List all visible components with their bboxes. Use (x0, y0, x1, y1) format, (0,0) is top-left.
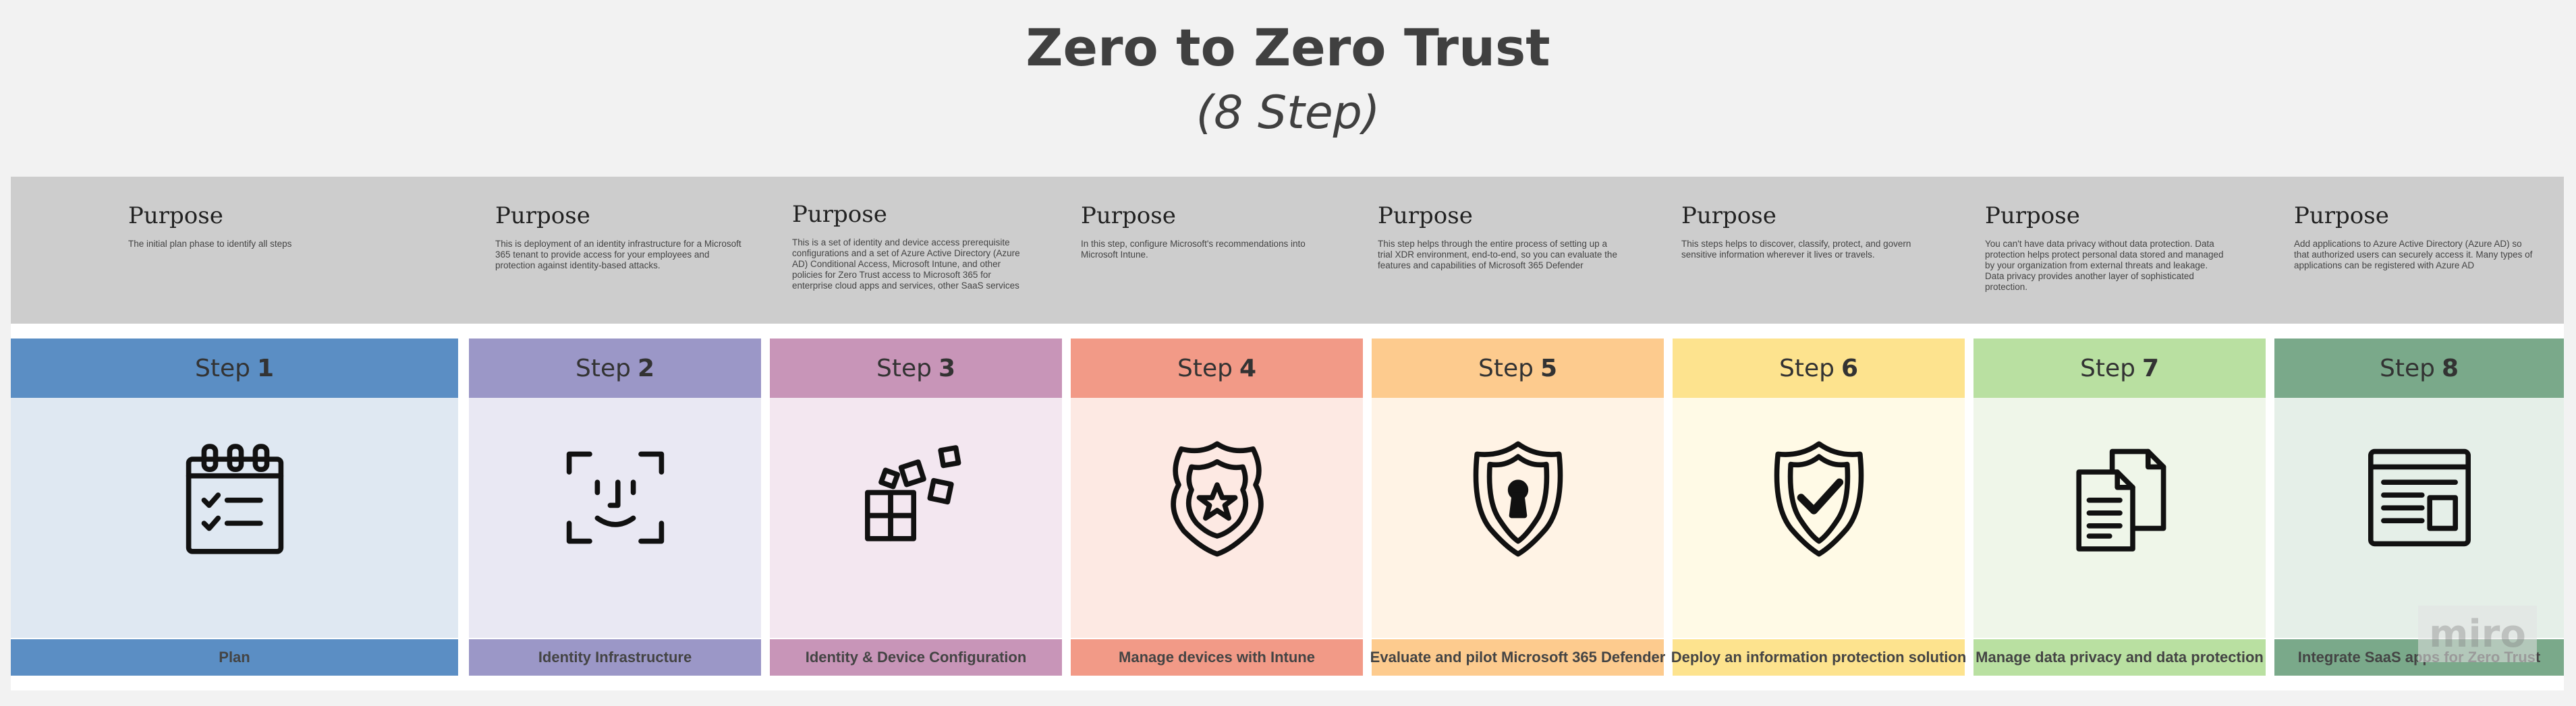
step-header: Step 5 (1372, 339, 1664, 398)
step-footer: Deploy an information protection solutio… (1671, 639, 1967, 676)
purpose-text: This is a set of identity and device acc… (792, 237, 1020, 291)
step-word: Step (1177, 354, 1233, 382)
purpose-text: Add applications to Azure Active Directo… (2294, 239, 2533, 270)
purpose-heading: Purpose (1681, 202, 1776, 229)
purpose-block-3: Purpose This is a set of identity and de… (792, 177, 1048, 324)
step-number: 7 (2141, 354, 2160, 382)
purpose-heading: Purpose (1081, 202, 1176, 229)
step-card-3: Step 3 Identity & Device Configuration (770, 339, 1062, 676)
purpose-text: In this step, configure Microsoft's reco… (1081, 239, 1306, 260)
purpose-block-5: Purpose This step helps through the enti… (1378, 177, 1634, 324)
app-window-icon (2355, 434, 2484, 562)
purpose-heading: Purpose (1378, 202, 1473, 229)
miro-watermark: miro (2418, 606, 2537, 662)
step-header: Step 3 (770, 339, 1062, 398)
purpose-heading: Purpose (495, 202, 590, 229)
step-footer: Identity & Device Configuration (770, 639, 1062, 676)
step-footer: Identity Infrastructure (469, 639, 761, 676)
step-footer: Manage data privacy and data protection (1973, 639, 2266, 676)
shield-keyhole-icon (1454, 434, 1582, 562)
step-footer: Evaluate and pilot Microsoft 365 Defende… (1370, 639, 1666, 676)
step-word: Step (194, 354, 250, 382)
step-card-4: Step 4 Manage devices with Intune (1071, 339, 1363, 676)
step-word: Step (1478, 354, 1534, 382)
step-header: Step 4 (1071, 339, 1363, 398)
config-blocks-icon (852, 434, 980, 562)
step-number: 4 (1239, 354, 1257, 382)
purpose-heading: Purpose (128, 202, 223, 229)
step-word: Step (876, 354, 932, 382)
step-label: Evaluate and pilot Microsoft 365 Defende… (1370, 649, 1666, 666)
purpose-block-7: Purpose You can't have data privacy with… (1985, 177, 2241, 324)
police-badge-icon (1153, 434, 1281, 562)
step-label: Identity Infrastructure (538, 649, 692, 666)
step-label: Identity & Device Configuration (805, 649, 1027, 666)
shield-check-icon (1755, 434, 1883, 562)
step-number: 2 (637, 354, 655, 382)
step-number: 3 (938, 354, 956, 382)
step-number: 8 (2441, 354, 2459, 382)
step-header: Step 1 (11, 339, 458, 398)
step-number: 1 (256, 354, 275, 382)
purpose-text: This step helps through the entire proce… (1378, 239, 1617, 270)
purpose-block-4: Purpose In this step, configure Microsof… (1081, 177, 1337, 324)
page-title: Zero to Zero Trust (1026, 18, 1550, 78)
step-word: Step (2079, 354, 2135, 382)
step-card-1: Step 1 Plan (11, 339, 458, 676)
purpose-text: The initial plan phase to identify all s… (128, 239, 292, 249)
documents-icon (2056, 434, 2184, 562)
step-word: Step (575, 354, 631, 382)
page-subtitle: (8 Step) (1196, 86, 1380, 140)
step-label: Manage data privacy and data protection (1976, 649, 2264, 666)
step-number: 6 (1841, 354, 1859, 382)
step-header: Step 2 (469, 339, 761, 398)
step-label: Manage devices with Intune (1119, 649, 1315, 666)
step-card-5: Step 5 Evaluate and pilot Microsoft 365 D… (1370, 339, 1666, 676)
step-header: Step 7 (1973, 339, 2266, 398)
purpose-block-2: Purpose This is deployment of an identit… (495, 177, 752, 324)
purpose-heading: Purpose (792, 201, 887, 228)
step-footer: Plan (11, 639, 458, 676)
face-id-icon (551, 434, 679, 562)
step-header: Step 8 (2274, 339, 2564, 398)
step-card-7: Step 7 Manage data privacy and data prote… (1973, 339, 2266, 676)
purpose-block-6: Purpose This steps helps to discover, cl… (1681, 177, 1938, 324)
purpose-heading: Purpose (1985, 202, 2080, 229)
purpose-heading: Purpose (2294, 202, 2389, 229)
purpose-band: Purpose The initial plan phase to identi… (11, 177, 2564, 324)
purpose-block-8: Purpose Add applications to Azure Active… (2294, 177, 2550, 324)
purpose-block-1: Purpose The initial plan phase to identi… (128, 177, 385, 324)
calendar-icon (171, 434, 299, 562)
step-word: Step (1779, 354, 1835, 382)
purpose-text: You can't have data privacy without data… (1985, 239, 2224, 292)
step-footer: Manage devices with Intune (1071, 639, 1363, 676)
step-label: Deploy an information protection solutio… (1671, 649, 1967, 666)
step-word: Step (2379, 354, 2435, 382)
step-header: Step 6 (1673, 339, 1965, 398)
step-card-2: Step 2 Identity Infrastructure (469, 339, 761, 676)
purpose-text: This is deployment of an identity infras… (495, 239, 741, 270)
step-number: 5 (1540, 354, 1558, 382)
purpose-text: This steps helps to discover, classify, … (1681, 239, 1911, 260)
step-card-6: Step 6 Deploy an information protection s… (1671, 339, 1967, 676)
step-label: Plan (219, 649, 250, 666)
